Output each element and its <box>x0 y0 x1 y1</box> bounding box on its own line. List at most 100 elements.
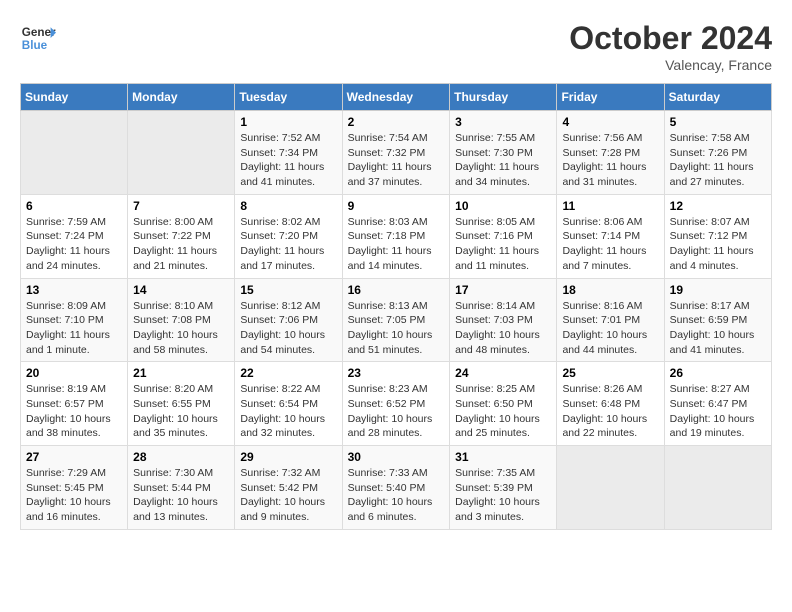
day-info: Sunrise: 8:19 AMSunset: 6:57 PMDaylight:… <box>26 382 122 441</box>
day-number: 6 <box>26 199 122 213</box>
day-info: Sunrise: 7:59 AMSunset: 7:24 PMDaylight:… <box>26 215 122 274</box>
calendar-cell: 11 Sunrise: 8:06 AMSunset: 7:14 PMDayligh… <box>557 194 664 278</box>
col-friday: Friday <box>557 84 664 111</box>
day-number: 5 <box>670 115 766 129</box>
day-number: 7 <box>133 199 229 213</box>
day-number: 19 <box>670 283 766 297</box>
day-number: 11 <box>562 199 658 213</box>
day-number: 23 <box>348 366 445 380</box>
day-info: Sunrise: 7:32 AMSunset: 5:42 PMDaylight:… <box>240 466 336 525</box>
calendar-cell: 23 Sunrise: 8:23 AMSunset: 6:52 PMDayligh… <box>342 362 450 446</box>
day-number: 22 <box>240 366 336 380</box>
day-info: Sunrise: 7:33 AMSunset: 5:40 PMDaylight:… <box>348 466 445 525</box>
day-info: Sunrise: 8:26 AMSunset: 6:48 PMDaylight:… <box>562 382 658 441</box>
calendar-cell: 1Sunrise: 7:52 AMSunset: 7:34 PMDaylight… <box>235 111 342 195</box>
day-number: 15 <box>240 283 336 297</box>
day-info: Sunrise: 8:05 AMSunset: 7:16 PMDaylight:… <box>455 215 551 274</box>
day-number: 9 <box>348 199 445 213</box>
calendar-cell: 13 Sunrise: 8:09 AMSunset: 7:10 PMDayligh… <box>21 278 128 362</box>
calendar-cell: 10 Sunrise: 8:05 AMSunset: 7:16 PMDayligh… <box>450 194 557 278</box>
day-info: Sunrise: 8:06 AMSunset: 7:14 PMDaylight:… <box>562 215 658 274</box>
day-info: Sunrise: 7:29 AMSunset: 5:45 PMDaylight:… <box>26 466 122 525</box>
title-block: October 2024 Valencay, France <box>569 20 772 73</box>
day-number: 14 <box>133 283 229 297</box>
col-thursday: Thursday <box>450 84 557 111</box>
col-sunday: Sunday <box>21 84 128 111</box>
day-number: 1 <box>240 115 336 129</box>
logo: General Blue <box>20 20 56 56</box>
calendar-cell: 15 Sunrise: 8:12 AMSunset: 7:06 PMDayligh… <box>235 278 342 362</box>
day-number: 16 <box>348 283 445 297</box>
day-info: Sunrise: 8:27 AMSunset: 6:47 PMDaylight:… <box>670 382 766 441</box>
calendar-cell: 18Sunrise: 8:16 AMSunset: 7:01 PMDayligh… <box>557 278 664 362</box>
calendar-cell: 3Sunrise: 7:55 AMSunset: 7:30 PMDaylight… <box>450 111 557 195</box>
calendar-cell: 26 Sunrise: 8:27 AMSunset: 6:47 PMDayligh… <box>664 362 771 446</box>
day-info: Sunrise: 8:23 AMSunset: 6:52 PMDaylight:… <box>348 382 445 441</box>
day-info: Sunrise: 8:02 AMSunset: 7:20 PMDaylight:… <box>240 215 336 274</box>
calendar-cell: 12Sunrise: 8:07 AMSunset: 7:12 PMDayligh… <box>664 194 771 278</box>
calendar-cell: 16Sunrise: 8:13 AMSunset: 7:05 PMDayligh… <box>342 278 450 362</box>
calendar-week-5: 27 Sunrise: 7:29 AMSunset: 5:45 PMDayligh… <box>21 446 772 530</box>
calendar-cell: 2 Sunrise: 7:54 AMSunset: 7:32 PMDaylight… <box>342 111 450 195</box>
calendar-cell: 20 Sunrise: 8:19 AMSunset: 6:57 PMDayligh… <box>21 362 128 446</box>
col-saturday: Saturday <box>664 84 771 111</box>
calendar-week-1: 1Sunrise: 7:52 AMSunset: 7:34 PMDaylight… <box>21 111 772 195</box>
calendar-week-3: 13 Sunrise: 8:09 AMSunset: 7:10 PMDayligh… <box>21 278 772 362</box>
location: Valencay, France <box>569 57 772 73</box>
day-number: 26 <box>670 366 766 380</box>
day-info: Sunrise: 8:25 AMSunset: 6:50 PMDaylight:… <box>455 382 551 441</box>
calendar-cell <box>664 446 771 530</box>
calendar-body: 1Sunrise: 7:52 AMSunset: 7:34 PMDaylight… <box>21 111 772 530</box>
calendar-week-4: 20 Sunrise: 8:19 AMSunset: 6:57 PMDayligh… <box>21 362 772 446</box>
calendar-table: Sunday Monday Tuesday Wednesday Thursday… <box>20 83 772 530</box>
calendar-cell: 21 Sunrise: 8:20 AMSunset: 6:55 PMDayligh… <box>128 362 235 446</box>
svg-text:Blue: Blue <box>22 39 48 52</box>
calendar-cell: 22 Sunrise: 8:22 AMSunset: 6:54 PMDayligh… <box>235 362 342 446</box>
day-number: 12 <box>670 199 766 213</box>
day-info: Sunrise: 7:54 AMSunset: 7:32 PMDaylight:… <box>348 131 445 190</box>
day-info: Sunrise: 8:09 AMSunset: 7:10 PMDaylight:… <box>26 299 122 358</box>
day-info: Sunrise: 8:14 AMSunset: 7:03 PMDaylight:… <box>455 299 551 358</box>
day-info: Sunrise: 8:20 AMSunset: 6:55 PMDaylight:… <box>133 382 229 441</box>
day-number: 25 <box>562 366 658 380</box>
day-number: 29 <box>240 450 336 464</box>
day-info: Sunrise: 8:22 AMSunset: 6:54 PMDaylight:… <box>240 382 336 441</box>
day-number: 8 <box>240 199 336 213</box>
calendar-cell <box>21 111 128 195</box>
calendar-cell <box>128 111 235 195</box>
day-number: 21 <box>133 366 229 380</box>
calendar-cell: 31 Sunrise: 7:35 AMSunset: 5:39 PMDayligh… <box>450 446 557 530</box>
day-number: 2 <box>348 115 445 129</box>
calendar-cell <box>557 446 664 530</box>
day-number: 30 <box>348 450 445 464</box>
calendar-cell: 14Sunrise: 8:10 AMSunset: 7:08 PMDayligh… <box>128 278 235 362</box>
day-info: Sunrise: 8:12 AMSunset: 7:06 PMDaylight:… <box>240 299 336 358</box>
calendar-cell: 24 Sunrise: 8:25 AMSunset: 6:50 PMDayligh… <box>450 362 557 446</box>
day-number: 31 <box>455 450 551 464</box>
day-info: Sunrise: 7:56 AMSunset: 7:28 PMDaylight:… <box>562 131 658 190</box>
calendar-cell: 9 Sunrise: 8:03 AMSunset: 7:18 PMDaylight… <box>342 194 450 278</box>
calendar-cell: 29 Sunrise: 7:32 AMSunset: 5:42 PMDayligh… <box>235 446 342 530</box>
calendar-cell: 17 Sunrise: 8:14 AMSunset: 7:03 PMDayligh… <box>450 278 557 362</box>
day-number: 17 <box>455 283 551 297</box>
calendar-cell: 25 Sunrise: 8:26 AMSunset: 6:48 PMDayligh… <box>557 362 664 446</box>
day-number: 24 <box>455 366 551 380</box>
calendar-cell: 8 Sunrise: 8:02 AMSunset: 7:20 PMDaylight… <box>235 194 342 278</box>
col-wednesday: Wednesday <box>342 84 450 111</box>
day-number: 13 <box>26 283 122 297</box>
header-row: Sunday Monday Tuesday Wednesday Thursday… <box>21 84 772 111</box>
calendar-cell: 27 Sunrise: 7:29 AMSunset: 5:45 PMDayligh… <box>21 446 128 530</box>
day-number: 20 <box>26 366 122 380</box>
day-number: 3 <box>455 115 551 129</box>
calendar-cell: 5Sunrise: 7:58 AMSunset: 7:26 PMDaylight… <box>664 111 771 195</box>
logo-icon: General Blue <box>20 20 56 56</box>
calendar-cell: 28Sunrise: 7:30 AMSunset: 5:44 PMDayligh… <box>128 446 235 530</box>
calendar-week-2: 6 Sunrise: 7:59 AMSunset: 7:24 PMDaylight… <box>21 194 772 278</box>
day-info: Sunrise: 8:16 AMSunset: 7:01 PMDaylight:… <box>562 299 658 358</box>
calendar-cell: 4Sunrise: 7:56 AMSunset: 7:28 PMDaylight… <box>557 111 664 195</box>
day-number: 10 <box>455 199 551 213</box>
day-number: 27 <box>26 450 122 464</box>
day-info: Sunrise: 8:17 AMSunset: 6:59 PMDaylight:… <box>670 299 766 358</box>
day-info: Sunrise: 8:03 AMSunset: 7:18 PMDaylight:… <box>348 215 445 274</box>
day-info: Sunrise: 7:35 AMSunset: 5:39 PMDaylight:… <box>455 466 551 525</box>
